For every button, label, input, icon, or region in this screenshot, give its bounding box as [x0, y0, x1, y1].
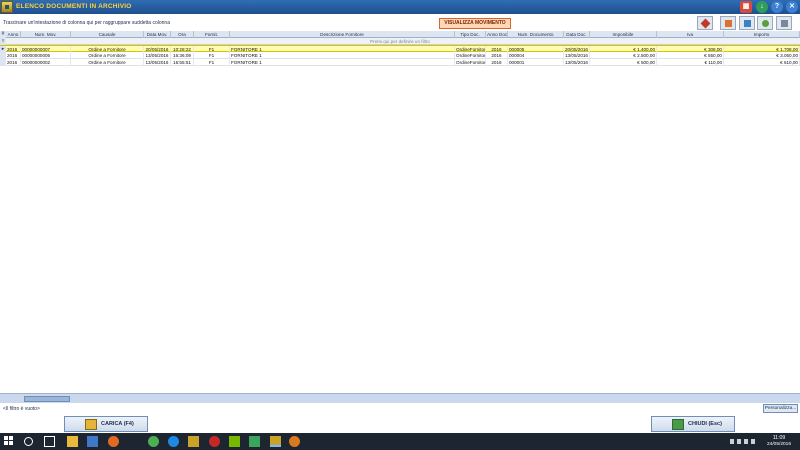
window-title: ELENCO DOCUMENTI IN ARCHIVIO [16, 3, 132, 10]
red-app-icon[interactable] [209, 436, 220, 447]
firefox-icon[interactable] [108, 436, 119, 447]
col-header-imponibile[interactable]: Imponibile [590, 31, 657, 38]
clock-date[interactable]: 24/05/2016 [762, 442, 796, 447]
cell-iva[interactable]: € 110,00 [657, 59, 724, 66]
cell-num-mov[interactable]: 00000000002 [21, 59, 71, 66]
close-icon[interactable]: ✕ [786, 1, 798, 13]
cell-num-documento[interactable]: 000001 [508, 59, 564, 66]
scrollbar-thumb[interactable] [24, 396, 70, 402]
file-explorer-icon[interactable] [67, 436, 78, 447]
folder-icon [85, 419, 97, 430]
table-row[interactable]: 2016 00000000002 Ordine a Fornitore 13/0… [0, 59, 800, 66]
grid-header-row: # Anno Num. Mov. Causale Data Mov. Ora F… [0, 31, 800, 38]
help-icon[interactable]: ? [771, 1, 783, 13]
personalizza-button[interactable]: Personalizza... [763, 404, 798, 413]
cell-data-mov[interactable]: 13/05/2016 [144, 52, 171, 59]
cell-anno-doc[interactable]: 2016 [486, 59, 508, 66]
horizontal-scrollbar[interactable] [0, 393, 800, 403]
windows-start-icon[interactable] [4, 436, 15, 447]
edit-tool-icon[interactable] [720, 16, 736, 30]
col-header-data-mov[interactable]: Data Mov. [144, 31, 171, 38]
delete-tool-icon[interactable] [697, 16, 713, 30]
cell-data-doc[interactable]: 13/05/2016 [564, 59, 590, 66]
filter-placeholder[interactable]: Premi qui per definire un filtro [0, 38, 800, 45]
grid-tool-icon[interactable] [739, 16, 755, 30]
nvidia-icon[interactable] [229, 436, 240, 447]
cell-fornit[interactable]: F1 [194, 52, 230, 59]
internet-explorer-icon[interactable] [168, 436, 179, 447]
title-bar: ELENCO DOCUMENTI IN ARCHIVIO ▦ ↓ ? ✕ [0, 0, 800, 14]
col-header-tipo-doc[interactable]: Tipo Doc. [455, 31, 486, 38]
clock-time[interactable]: 11:09 [762, 435, 796, 441]
cell-importo[interactable]: € 3.050,00 [724, 52, 800, 59]
app-icon[interactable] [87, 436, 98, 447]
filter-status: <Il filtro è vuoto> [3, 406, 40, 412]
orange-app-icon[interactable] [289, 436, 300, 447]
cell-fornit[interactable]: F1 [194, 59, 230, 66]
col-header-fornit[interactable]: Fornit. [194, 31, 230, 38]
chrome-icon[interactable] [148, 436, 159, 447]
carica-label: CARICA (F4) [101, 421, 134, 427]
col-header-num-documento[interactable]: Num. Documento [508, 31, 564, 38]
app-logo-icon [1, 1, 13, 13]
cell-imponibile[interactable]: € 500,00 [590, 59, 657, 66]
taskbar: 11:09 24/05/2016 [0, 433, 800, 450]
table-row[interactable]: ▸ 2016 00000000007 Ordine a Fornitore 20… [0, 45, 800, 53]
col-header-ora[interactable]: Ora [171, 31, 194, 38]
cell-data-mov[interactable]: 13/05/2016 [144, 59, 171, 66]
group-by-hint: Trascinare un'intestazione di colonna qu… [3, 20, 170, 26]
col-header-data-doc[interactable]: Data Doc. [564, 31, 590, 38]
col-header-descrizione[interactable]: Descrizione Fornitore [230, 31, 455, 38]
refresh-tool-icon[interactable] [757, 16, 773, 30]
cell-ora[interactable]: 16:36:09 [171, 52, 194, 59]
green-app-icon[interactable] [249, 436, 260, 447]
col-header-importo[interactable]: Importo [724, 31, 800, 38]
grid-filter-row[interactable]: ▿ Premi qui per definire un filtro [0, 38, 800, 45]
cell-causale[interactable]: Ordine a Fornitore [71, 52, 144, 59]
cell-tipo-doc[interactable]: OrdineFornitor [455, 52, 486, 59]
gestionale-app-icon[interactable] [188, 436, 199, 447]
carica-button[interactable]: CARICA (F4) [64, 416, 148, 432]
col-header-anno-doc[interactable]: Anno Doc. [486, 31, 508, 38]
search-icon[interactable] [24, 437, 33, 446]
task-view-icon[interactable] [44, 436, 55, 447]
cell-anno-doc[interactable]: 2016 [486, 52, 508, 59]
visualizza-movimento-button[interactable]: VISUALIZZA MOVIMENTO [439, 18, 511, 29]
chiudi-button[interactable]: CHIUDI (Esc) [651, 416, 735, 432]
cell-descrizione[interactable]: FORNITORE 1 [230, 52, 455, 59]
exit-door-icon [672, 419, 684, 430]
cell-num-documento[interactable]: 000004 [508, 52, 564, 59]
active-app-icon[interactable] [270, 436, 281, 447]
cell-anno[interactable]: 2016 [6, 59, 21, 66]
export-tool-icon[interactable] [776, 16, 792, 30]
cell-tipo-doc[interactable]: OrdineFornitor [455, 59, 486, 66]
cell-importo[interactable]: € 610,00 [724, 59, 800, 66]
cell-iva[interactable]: € 550,00 [657, 52, 724, 59]
cell-descrizione[interactable]: FORNITORE 1 [230, 59, 455, 66]
cell-data-doc[interactable]: 13/05/2016 [564, 52, 590, 59]
col-header-num-mov[interactable]: Num. Mov. [21, 31, 71, 38]
col-header-anno[interactable]: Anno [6, 31, 21, 38]
col-header-causale[interactable]: Causale [71, 31, 144, 38]
cell-anno[interactable]: 2016 [6, 52, 21, 59]
download-icon[interactable]: ↓ [756, 1, 768, 13]
chiudi-label: CHIUDI (Esc) [688, 421, 722, 427]
system-tray[interactable] [730, 438, 758, 445]
documents-grid: # Anno Num. Mov. Causale Data Mov. Ora F… [0, 31, 800, 66]
cell-ora[interactable]: 15:55:51 [171, 59, 194, 66]
col-header-iva[interactable]: Iva [657, 31, 724, 38]
calculator-icon[interactable]: ▦ [740, 1, 752, 13]
cell-causale[interactable]: Ordine a Fornitore [71, 59, 144, 66]
cell-imponibile[interactable]: € 2.500,00 [590, 52, 657, 59]
cell-num-mov[interactable]: 00000000005 [21, 52, 71, 59]
table-row[interactable]: 2016 00000000005 Ordine a Fornitore 13/0… [0, 52, 800, 59]
